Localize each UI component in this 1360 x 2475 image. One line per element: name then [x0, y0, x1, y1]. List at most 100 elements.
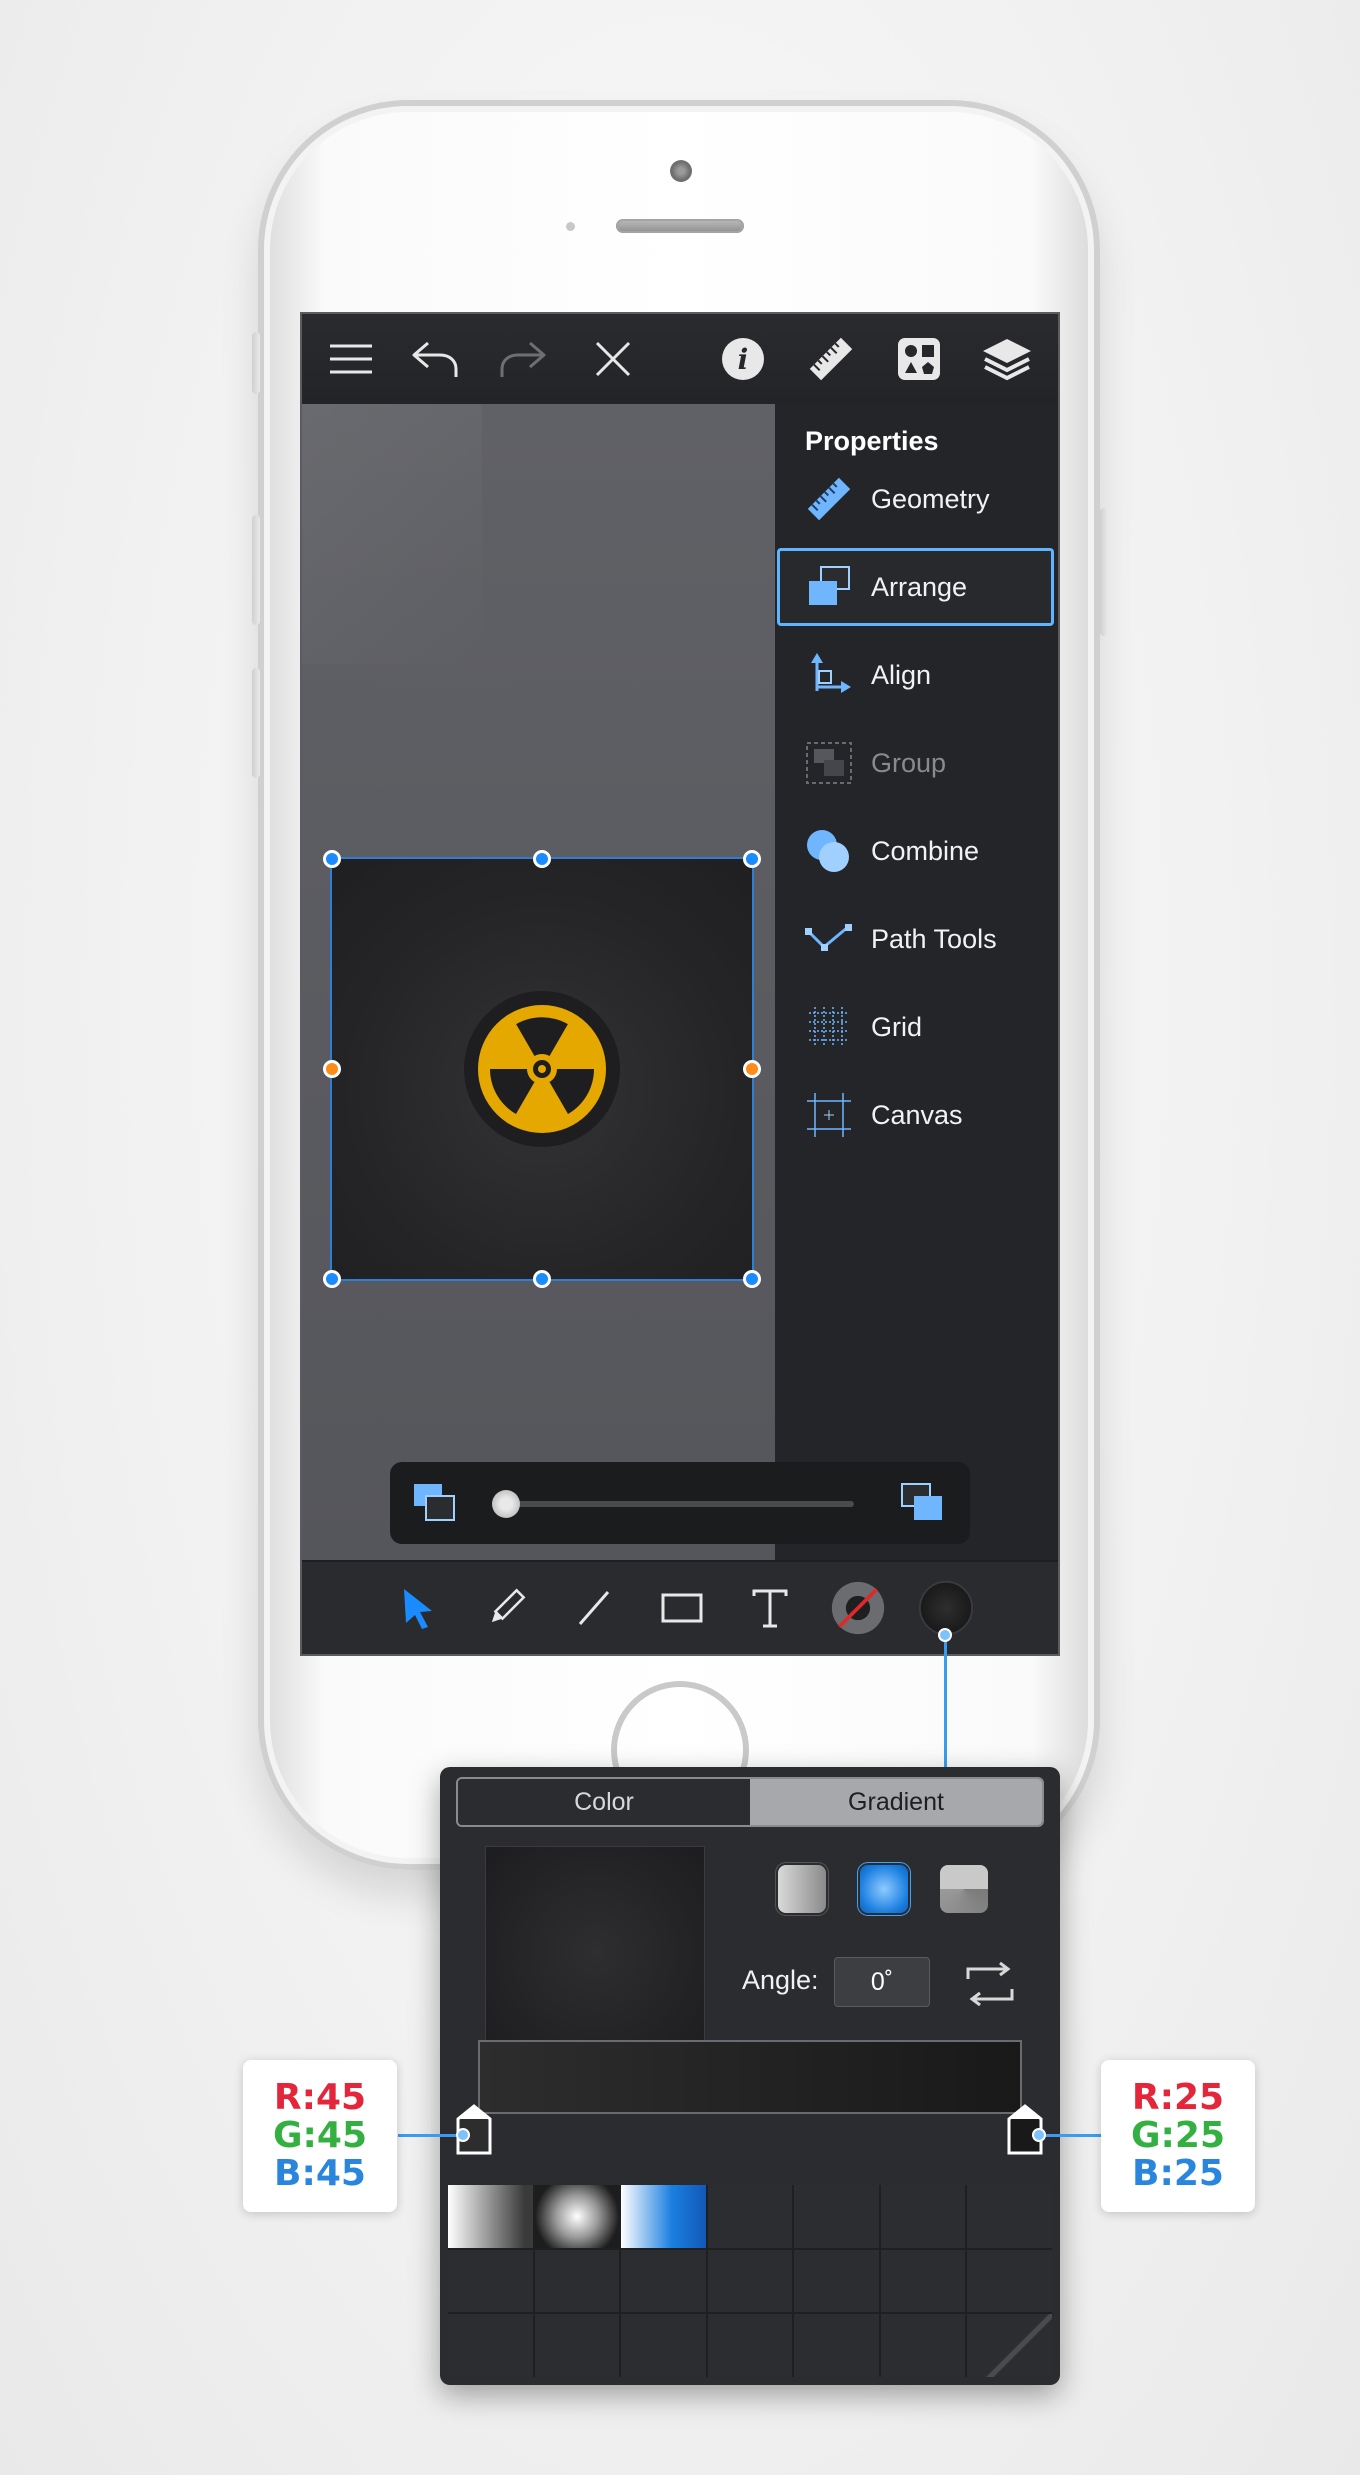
preset-empty[interactable] [880, 2185, 966, 2248]
popup-connector [944, 1634, 947, 1770]
connector-dot [456, 2128, 470, 2142]
app-screen: i Properties Geometry Arrange Align Grou… [302, 314, 1058, 1654]
preset-radial-grey[interactable] [534, 2185, 620, 2248]
resize-handle-top[interactable] [533, 850, 551, 868]
preset-empty[interactable] [794, 2314, 879, 2377]
gradient-bar[interactable] [480, 2042, 1020, 2112]
preset-empty[interactable] [707, 2185, 793, 2248]
select-arrow-icon[interactable] [390, 1580, 446, 1636]
undo-icon[interactable] [408, 332, 462, 386]
fill-mode-segmented: Color Gradient [456, 1777, 1044, 1827]
gradient-presets-grid [448, 2185, 1052, 2377]
angle-label: Angle: [742, 1965, 819, 1995]
preset-empty[interactable] [448, 2314, 533, 2377]
preset-empty[interactable] [448, 2249, 533, 2313]
pencil-icon[interactable] [478, 1580, 534, 1636]
red-value: R:45 [273, 2077, 367, 2118]
property-arrange[interactable]: Arrange [777, 548, 1054, 626]
resize-handle-left[interactable] [323, 1060, 341, 1078]
swap-stops-icon[interactable] [962, 1959, 1018, 2009]
bring-forward-icon[interactable] [898, 1480, 948, 1524]
line-icon[interactable] [566, 1580, 622, 1636]
menu-icon[interactable] [324, 332, 378, 386]
arrange-slider-knob[interactable] [492, 1490, 520, 1518]
preset-empty[interactable] [707, 2314, 793, 2377]
send-backward-icon[interactable] [410, 1480, 460, 1524]
layers-icon[interactable] [980, 332, 1034, 386]
volume-up-button [252, 515, 260, 625]
preset-empty[interactable] [967, 2249, 1052, 2313]
redo-icon[interactable] [496, 332, 550, 386]
drawing-canvas[interactable] [302, 404, 775, 1560]
preset-empty[interactable] [794, 2249, 879, 2313]
property-label: Path Tools [871, 923, 997, 954]
property-path-tools[interactable]: Path Tools [777, 900, 1054, 978]
resize-handle-bottom-left[interactable] [323, 1270, 341, 1288]
preset-empty[interactable] [534, 2314, 620, 2377]
preset-linear-blue[interactable] [621, 2185, 706, 2248]
grid-icon [799, 1002, 859, 1052]
resize-handle-bottom[interactable] [533, 1270, 551, 1288]
property-group: Group [777, 724, 1054, 802]
resize-handle-top-left[interactable] [323, 850, 341, 868]
red-value: R:25 [1131, 2077, 1225, 2118]
gradient-preview [486, 1847, 704, 2057]
info-icon[interactable]: i [716, 332, 770, 386]
blue-value: B:25 [1132, 2153, 1224, 2194]
property-align[interactable]: Align [777, 636, 1054, 714]
arrange-slider-track[interactable] [502, 1501, 854, 1507]
radial-gradient-icon[interactable] [860, 1865, 908, 1913]
top-toolbar: i [302, 314, 1058, 404]
tab-color[interactable]: Color [458, 1779, 750, 1825]
fill-popup: Color Gradient Angle: 0˚ [440, 1767, 1060, 2385]
rectangle-icon[interactable] [654, 1580, 710, 1636]
connector-dot [1032, 2128, 1046, 2142]
property-geometry[interactable]: Geometry [777, 460, 1054, 538]
preset-linear-grey[interactable] [448, 2185, 533, 2248]
left-stop-connector [398, 2134, 462, 2137]
property-combine[interactable]: Combine [777, 812, 1054, 890]
resize-handle-top-right[interactable] [743, 850, 761, 868]
radiation-symbol-icon [464, 991, 620, 1147]
property-label: Combine [871, 835, 980, 866]
tab-gradient[interactable]: Gradient [750, 1779, 1042, 1825]
green-value: G:45 [272, 2115, 368, 2156]
preset-empty[interactable] [534, 2249, 620, 2313]
preset-empty[interactable] [880, 2249, 966, 2313]
power-button [1100, 508, 1108, 636]
panel-title: Properties [805, 426, 939, 456]
preset-empty[interactable] [707, 2249, 793, 2313]
property-label: Arrange [871, 571, 968, 602]
preset-empty[interactable] [967, 2185, 1052, 2248]
mute-switch [252, 332, 260, 394]
text-icon[interactable] [742, 1580, 798, 1636]
preset-empty[interactable] [794, 2185, 879, 2248]
angle-input[interactable]: 0˚ [834, 1957, 930, 2007]
preset-empty[interactable] [621, 2249, 706, 2313]
property-canvas[interactable]: Canvas [777, 1076, 1054, 1154]
front-camera [670, 160, 692, 182]
svg-text:i: i [738, 343, 749, 376]
proximity-sensor [566, 222, 575, 231]
linear-gradient-icon[interactable] [778, 1865, 826, 1913]
arrange-slider-bar [390, 1462, 970, 1544]
resize-handle-bottom-right[interactable] [743, 1270, 761, 1288]
group-icon [799, 738, 859, 788]
close-icon[interactable] [586, 332, 640, 386]
earpiece-speaker [616, 219, 744, 233]
property-label: Geometry [871, 483, 990, 514]
preset-resize-corner[interactable] [967, 2314, 1052, 2377]
volume-down-button [252, 668, 260, 778]
ruler-icon[interactable] [804, 332, 858, 386]
preset-empty[interactable] [621, 2314, 706, 2377]
selected-object[interactable] [332, 859, 752, 1279]
conical-gradient-icon[interactable] [940, 1865, 988, 1913]
property-grid[interactable]: Grid [777, 988, 1054, 1066]
resize-handle-right[interactable] [743, 1060, 761, 1078]
preset-empty[interactable] [880, 2314, 966, 2377]
right-stop-connector [1038, 2134, 1104, 2137]
stroke-icon[interactable] [830, 1580, 886, 1636]
property-label: Align [871, 659, 932, 690]
shapes-icon[interactable] [892, 332, 946, 386]
green-value: G:25 [1130, 2115, 1226, 2156]
